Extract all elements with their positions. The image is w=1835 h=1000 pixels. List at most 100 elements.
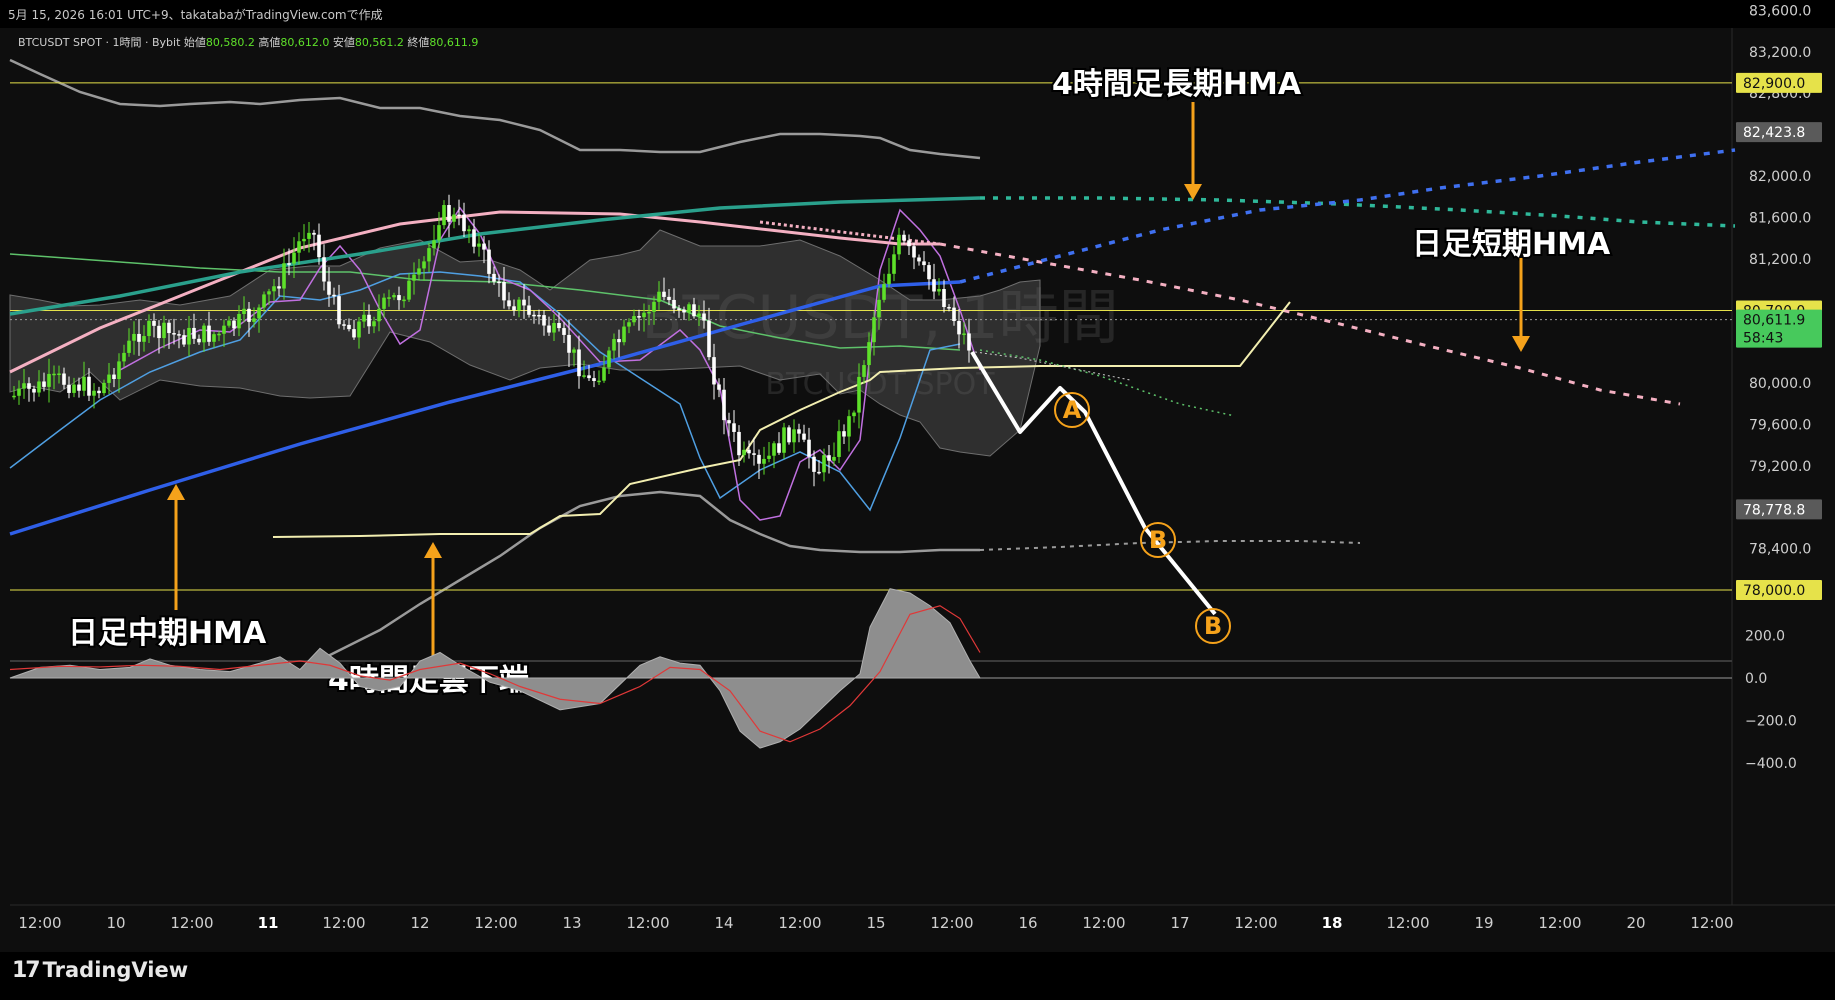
candle-body — [482, 243, 486, 250]
candle-body — [387, 297, 391, 299]
candle-body — [212, 334, 216, 342]
candle-body — [632, 316, 636, 323]
candle-body — [342, 324, 346, 326]
time-tick-label: 18 — [1322, 914, 1343, 932]
candle-body — [657, 291, 661, 302]
candle-body — [907, 240, 911, 247]
tradingview-logo[interactable]: 𝟭𝟳 TradingView — [12, 958, 188, 983]
candle-body — [162, 322, 166, 339]
candle-body — [557, 323, 561, 329]
candle-body — [802, 433, 806, 440]
candle-body — [232, 320, 236, 329]
candle-body — [837, 431, 841, 457]
candle-body — [222, 325, 226, 334]
price-chart[interactable]: BTCUSDT, 1時間BTCUSDT SPOTBTCUSDT SPOT · 1… — [0, 0, 1835, 1000]
candle-body — [507, 300, 511, 307]
candle-body — [947, 307, 951, 309]
candle-body — [17, 388, 21, 396]
candle-body — [102, 382, 106, 394]
legend-part: 80,561.2 — [355, 36, 407, 49]
candle-body — [532, 314, 536, 317]
candle-body — [822, 455, 826, 473]
candle-body — [487, 249, 491, 274]
price-badge-label: 78,000.0 — [1743, 583, 1805, 599]
candle-body — [672, 299, 676, 309]
time-tick-label: 12:00 — [1234, 914, 1277, 932]
candle-body — [392, 295, 396, 298]
time-tick-label: 12:00 — [474, 914, 517, 932]
candle-body — [917, 257, 921, 262]
candle-body — [967, 333, 971, 351]
candle-body — [322, 257, 326, 282]
candle-body — [92, 390, 96, 396]
candle-body — [157, 325, 161, 339]
candle-body — [292, 252, 296, 264]
candle-body — [962, 333, 966, 335]
legend-part: BTCUSDT SPOT · 1時間 · Bybit — [18, 36, 184, 49]
candle-body — [117, 361, 121, 380]
candle-body — [197, 338, 201, 343]
time-tick-label: 12:00 — [930, 914, 973, 932]
time-tick-label: 20 — [1626, 914, 1645, 932]
candle-body — [52, 373, 56, 376]
candle-body — [347, 324, 351, 330]
price-tick-label: 83,200.0 — [1749, 45, 1811, 61]
time-tick-label: 12:00 — [170, 914, 213, 932]
candle-body — [957, 321, 961, 335]
candle-body — [352, 329, 356, 338]
candle-body — [332, 294, 336, 297]
time-tick-label: 12:00 — [18, 914, 61, 932]
candle-body — [847, 416, 851, 437]
candle-body — [582, 375, 586, 377]
candle-body — [57, 373, 61, 376]
candle-body — [362, 314, 366, 322]
candle-body — [497, 281, 501, 284]
candle-body — [492, 273, 496, 282]
candle-body — [432, 240, 436, 249]
candle-body — [712, 357, 716, 385]
candle-body — [912, 246, 916, 258]
candle-body — [257, 307, 261, 319]
candle-body — [107, 374, 111, 383]
candle-body — [572, 349, 576, 353]
legend-part: 80,611.9 — [429, 36, 478, 49]
price-badge-label: 82,423.8 — [1743, 125, 1805, 141]
time-tick-label: 12:00 — [626, 914, 669, 932]
candle-body — [612, 339, 616, 351]
candle-body — [797, 429, 801, 434]
candle-body — [577, 349, 581, 377]
annotation-four-hour-long-hma: 4時間足長期HMA — [1052, 67, 1302, 102]
time-tick-label: 12:00 — [1538, 914, 1581, 932]
candle-body — [737, 431, 741, 456]
candle-body — [542, 315, 546, 326]
candle-body — [417, 268, 421, 275]
price-tick-label: 81,200.0 — [1749, 252, 1811, 268]
time-tick-label: 12:00 — [1082, 914, 1125, 932]
price-tick-label: 82,000.0 — [1749, 169, 1811, 185]
candle-body — [427, 248, 431, 262]
candle-body — [357, 321, 361, 338]
time-tick-label: 15 — [866, 914, 885, 932]
candle-body — [807, 439, 811, 457]
candle-body — [77, 384, 81, 391]
candle-body — [477, 243, 481, 247]
candle-body — [592, 378, 596, 382]
candle-body — [627, 322, 631, 327]
candle-body — [682, 309, 686, 313]
candle-body — [747, 449, 751, 454]
candle-body — [327, 281, 331, 295]
candle-body — [317, 234, 321, 258]
price-tick-label: 78,400.0 — [1749, 542, 1811, 558]
candle-body — [82, 376, 86, 391]
candle-body — [677, 308, 681, 310]
candle-body — [367, 314, 371, 327]
candle-body — [452, 214, 456, 222]
annotation-daily-mid-hma: 日足中期HMA — [68, 616, 267, 651]
candle-body — [137, 333, 141, 342]
wave-label-b1: B — [1149, 526, 1167, 554]
candle-body — [172, 333, 176, 335]
candle-body — [277, 286, 281, 289]
candle-body — [167, 322, 171, 334]
candle-body — [897, 234, 901, 255]
candle-body — [937, 289, 941, 292]
